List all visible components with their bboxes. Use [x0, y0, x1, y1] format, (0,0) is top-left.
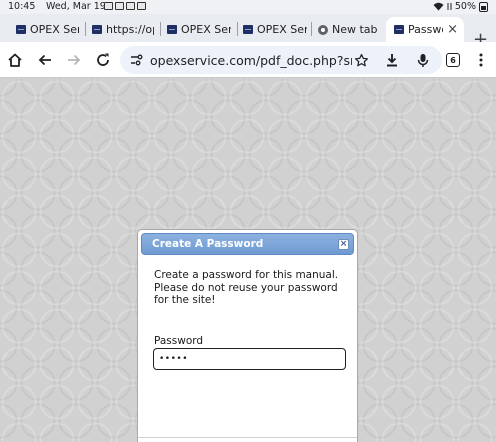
tab-title: OPEX Serv — [257, 23, 307, 36]
download-icon[interactable] — [382, 50, 402, 70]
url-text: opexservice.com/pdf_doc.php?sman=S — [150, 53, 352, 68]
notification-icon — [137, 2, 146, 10]
tab-count: 6 — [446, 53, 460, 67]
password-input[interactable] — [153, 348, 346, 370]
data-icon — [447, 3, 452, 10]
forward-icon[interactable] — [64, 50, 84, 70]
tab-title: OPEX Serv — [181, 23, 231, 36]
browser-tab[interactable]: https://ope — [92, 17, 154, 42]
browser-tab[interactable]: OPEX Serv — [243, 17, 307, 42]
home-icon[interactable] — [5, 50, 25, 70]
dialog-close-icon[interactable]: × — [338, 239, 349, 250]
browser-tab-active[interactable]: Passwor × — [386, 17, 464, 42]
status-date: Wed, Mar 19 — [46, 1, 106, 12]
tab-divider — [311, 22, 312, 36]
tab-divider — [160, 22, 161, 36]
dialog-title: Create A Password — [152, 238, 264, 250]
create-password-dialog: Create A Password × Create a password fo… — [137, 229, 358, 442]
chrome-icon — [318, 24, 328, 35]
dialog-message: Create a password for this manual. Pleas… — [154, 269, 339, 306]
tab-switcher-button[interactable]: 6 — [443, 50, 463, 70]
wifi-icon — [433, 2, 444, 11]
battery-level: 50% — [454, 1, 476, 12]
password-label: Password — [154, 335, 204, 347]
address-bar[interactable]: opexservice.com/pdf_doc.php?sman=S — [120, 46, 442, 74]
notification-icon — [104, 2, 113, 10]
system-status-bar: 10:45 Wed, Mar 19 50% — [0, 0, 496, 14]
site-info-icon[interactable] — [129, 53, 143, 67]
opex-logo-icon — [243, 25, 253, 34]
battery-icon — [479, 1, 488, 12]
tab-title: https://ope — [106, 23, 154, 36]
more-menu-icon[interactable] — [471, 50, 491, 70]
status-time: 10:45 — [8, 1, 36, 12]
microphone-icon[interactable] — [413, 50, 433, 70]
tab-title: Passwor — [408, 23, 443, 36]
browser-tab[interactable]: OPEX Serv — [167, 17, 231, 42]
browser-tab[interactable]: OPEX Serv — [16, 17, 79, 42]
opex-logo-icon — [394, 25, 404, 34]
tab-strip: OPEX Serv https://ope OPEX Serv OPEX Ser… — [0, 14, 496, 49]
opex-logo-icon — [92, 25, 102, 34]
notification-icon — [115, 2, 124, 10]
notification-icons — [104, 2, 146, 10]
browser-tab[interactable]: New tab — [318, 17, 382, 42]
bookmark-star-icon[interactable] — [351, 50, 371, 70]
dialog-divider — [138, 437, 357, 438]
dialog-title-bar[interactable]: Create A Password × — [141, 233, 354, 255]
notification-icon — [126, 2, 135, 10]
back-icon[interactable] — [35, 50, 55, 70]
tab-title: New tab — [332, 23, 378, 36]
tab-divider — [237, 22, 238, 36]
tab-divider — [85, 22, 86, 36]
close-tab-icon[interactable]: × — [447, 22, 458, 37]
reload-icon[interactable] — [93, 50, 113, 70]
browser-toolbar: opexservice.com/pdf_doc.php?sman=S 6 — [0, 42, 496, 78]
tab-title: OPEX Serv — [30, 23, 79, 36]
status-right: 50% — [433, 1, 488, 12]
opex-logo-icon — [167, 25, 177, 34]
opex-logo-icon — [16, 25, 26, 34]
dialog-body: Create a password for this manual. Pleas… — [138, 255, 357, 438]
